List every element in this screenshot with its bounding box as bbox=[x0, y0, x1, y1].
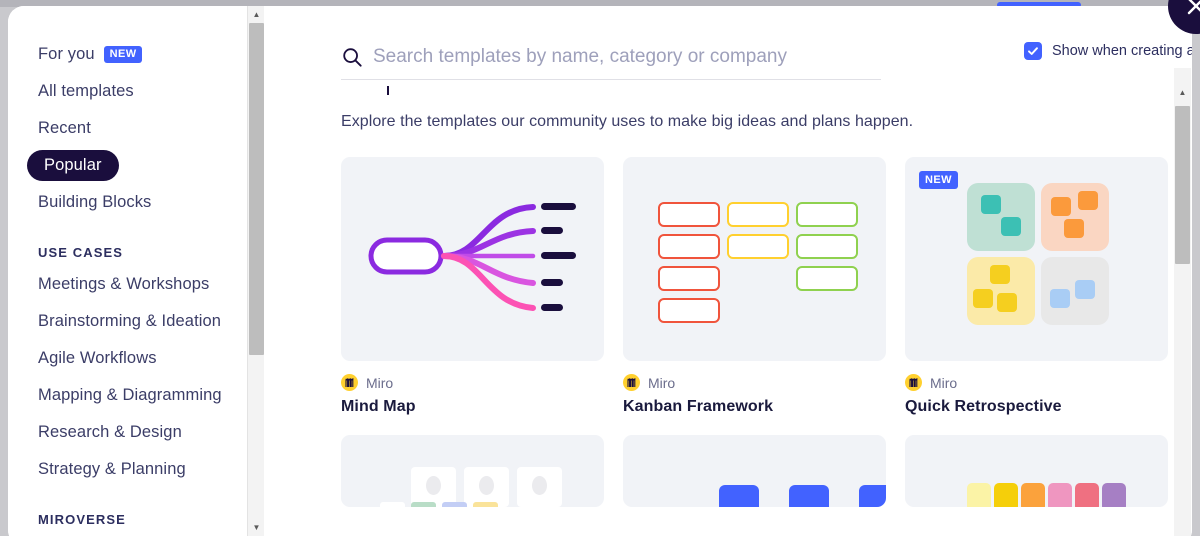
sidebar-item-label: Agile Workflows bbox=[38, 349, 157, 368]
checkbox-label: Show when creating a board bbox=[1052, 43, 1192, 59]
page-subtitle: Explore the templates our community uses… bbox=[341, 113, 914, 130]
sidebar-item-label: Brainstorming & Ideation bbox=[38, 312, 222, 331]
avatar bbox=[479, 476, 494, 495]
sidebar-item-agile-workflows[interactable]: Agile Workflows bbox=[8, 340, 264, 377]
kanban-column-yellow bbox=[727, 202, 789, 323]
sidebar-item-label: Building Blocks bbox=[38, 193, 152, 212]
content-scrollbar-thumb[interactable] bbox=[1175, 106, 1190, 264]
color-swatches-illustration bbox=[967, 483, 1126, 507]
miro-logo-icon bbox=[623, 374, 640, 391]
template-card-row2-1[interactable] bbox=[341, 435, 604, 507]
sidebar-item-for-you[interactable]: For you NEW bbox=[8, 36, 264, 73]
avatar bbox=[532, 476, 547, 495]
template-title: Quick Retrospective bbox=[905, 398, 1062, 415]
search-field[interactable] bbox=[341, 34, 881, 80]
show-when-creating-checkbox[interactable] bbox=[1024, 42, 1042, 60]
sidebar-item-research-design[interactable]: Research & Design bbox=[8, 414, 264, 451]
swatch-row bbox=[380, 502, 498, 507]
template-thumbnail bbox=[341, 435, 604, 507]
scroll-up-arrow-icon[interactable]: ▲ bbox=[248, 6, 265, 23]
sidebar-item-label: Strategy & Planning bbox=[38, 460, 186, 479]
scroll-down-arrow-icon[interactable]: ▼ bbox=[248, 519, 265, 536]
sidebar-section-miroverse: MIROVERSE bbox=[38, 512, 126, 527]
miro-m-glyph bbox=[626, 377, 635, 387]
screen: For you NEW All templates Recent Popular… bbox=[0, 0, 1200, 536]
sidebar-item-brainstorming-ideation[interactable]: Brainstorming & Ideation bbox=[8, 303, 264, 340]
blue-blocks-illustration bbox=[719, 485, 886, 507]
avatar bbox=[426, 476, 441, 495]
sidebar-scrollbar[interactable]: ▲ ▼ bbox=[247, 6, 264, 536]
scroll-up-arrow-icon[interactable]: ▲ bbox=[1174, 84, 1191, 101]
template-card-mind-map[interactable]: Miro Mind Map bbox=[341, 157, 604, 416]
kanban-column-red bbox=[658, 202, 720, 323]
content-scrollbar[interactable]: ▲ bbox=[1174, 68, 1191, 536]
new-badge: NEW bbox=[103, 46, 142, 63]
template-thumbnail bbox=[341, 157, 604, 361]
template-card-kanban-framework[interactable]: Miro Kanban Framework bbox=[623, 157, 886, 416]
sidebar-item-label: All templates bbox=[38, 82, 134, 101]
check-icon bbox=[1028, 47, 1038, 55]
sidebar-item-mapping-diagramming[interactable]: Mapping & Diagramming bbox=[8, 377, 264, 414]
template-title: Kanban Framework bbox=[623, 398, 774, 415]
template-author: Miro bbox=[366, 374, 394, 391]
miro-m-glyph bbox=[908, 377, 917, 387]
sidebar-item-all-templates[interactable]: All templates bbox=[8, 73, 264, 110]
retro-quadrant-peach bbox=[1041, 183, 1109, 251]
retro-quadrant-gray bbox=[1041, 257, 1109, 325]
sidebar-item-label: Research & Design bbox=[38, 423, 182, 442]
miro-m-glyph bbox=[344, 377, 353, 387]
main-content: Show when creating a board Explore the t… bbox=[264, 6, 1192, 536]
search-input[interactable] bbox=[373, 45, 873, 68]
sidebar-item-strategy-planning[interactable]: Strategy & Planning bbox=[8, 451, 264, 488]
retro-quadrant-yellow bbox=[967, 257, 1035, 325]
miro-logo-icon bbox=[341, 374, 358, 391]
sidebar-item-recent[interactable]: Recent bbox=[8, 110, 264, 147]
sidebar-item-label: Recent bbox=[38, 119, 91, 138]
text-cursor bbox=[387, 86, 389, 95]
template-byline: Miro bbox=[341, 374, 604, 391]
avatar-cards-illustration bbox=[411, 467, 562, 507]
sidebar-item-label: For you bbox=[38, 45, 95, 64]
template-title: Mind Map bbox=[341, 398, 416, 415]
mind-map-illustration bbox=[368, 203, 576, 311]
sidebar-item-building-blocks[interactable]: Building Blocks bbox=[8, 184, 264, 221]
template-author: Miro bbox=[648, 374, 676, 391]
template-card-row2-3[interactable] bbox=[905, 435, 1168, 507]
show-when-creating-checkbox-row[interactable]: Show when creating a board bbox=[1024, 42, 1192, 60]
sidebar-item-label: Popular bbox=[27, 149, 119, 182]
template-card-quick-retrospective[interactable]: NEW Miro Quick Retrospective bbox=[905, 157, 1168, 416]
miro-logo-icon bbox=[905, 374, 922, 391]
sidebar-item-popular[interactable]: Popular bbox=[8, 147, 264, 184]
sidebar-scrollbar-thumb[interactable] bbox=[249, 23, 264, 355]
search-icon bbox=[343, 47, 362, 67]
sidebar-section-use-cases: USE CASES bbox=[38, 245, 124, 260]
template-thumbnail bbox=[905, 435, 1168, 507]
sidebar-item-meetings-workshops[interactable]: Meetings & Workshops bbox=[8, 266, 264, 303]
templates-grid: Miro Mind Map Miro Kanban Framework NEW … bbox=[341, 157, 1192, 507]
retrospective-illustration bbox=[967, 183, 1109, 325]
template-thumbnail bbox=[623, 157, 886, 361]
template-card-row2-2[interactable] bbox=[623, 435, 886, 507]
new-badge: NEW bbox=[919, 171, 958, 190]
sidebar-item-label: Meetings & Workshops bbox=[38, 275, 210, 294]
close-icon bbox=[1187, 0, 1200, 15]
template-thumbnail bbox=[623, 435, 886, 507]
retro-quadrant-teal bbox=[967, 183, 1035, 251]
template-byline: Miro bbox=[623, 374, 886, 391]
sidebar-item-label: Mapping & Diagramming bbox=[38, 386, 222, 405]
sidebar: For you NEW All templates Recent Popular… bbox=[8, 6, 264, 536]
kanban-column-green bbox=[796, 202, 858, 323]
kanban-illustration bbox=[658, 202, 858, 323]
template-thumbnail: NEW bbox=[905, 157, 1168, 361]
template-byline: Miro bbox=[905, 374, 1168, 391]
template-author: Miro bbox=[930, 374, 958, 391]
templates-modal: For you NEW All templates Recent Popular… bbox=[8, 6, 1192, 536]
search-row: Show when creating a board bbox=[341, 34, 1192, 95]
